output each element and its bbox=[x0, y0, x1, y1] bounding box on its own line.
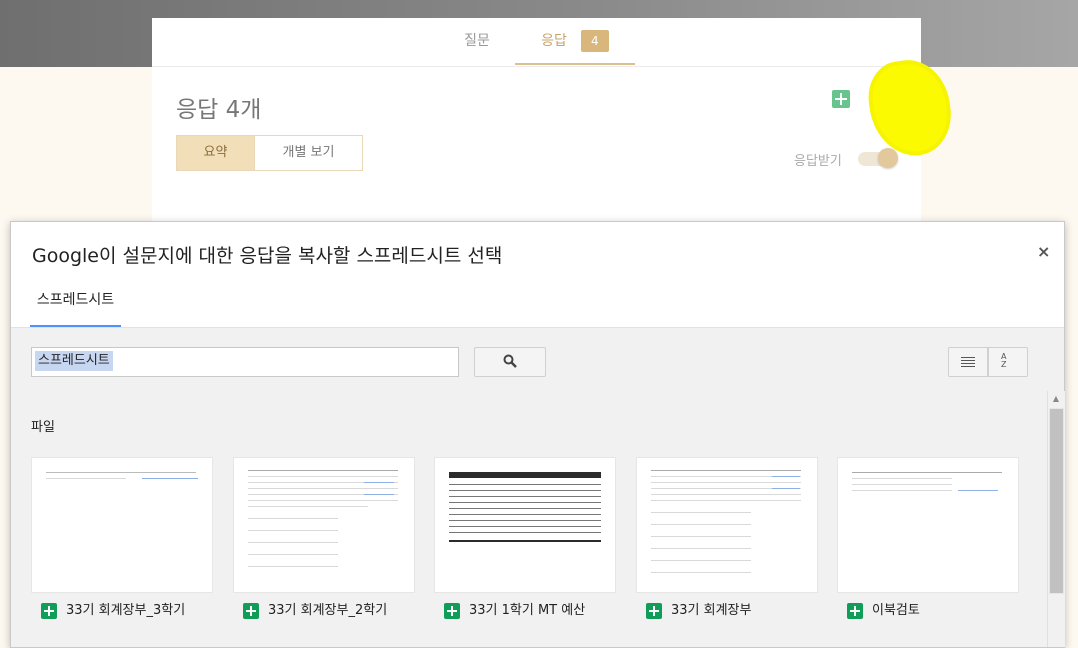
view-toggle: 요약 개별 보기 bbox=[176, 135, 363, 171]
file-name: 33기 회계장부_2학기 bbox=[243, 602, 387, 620]
file-name: 33기 회계장부 bbox=[646, 602, 751, 620]
scrollbar-thumb[interactable] bbox=[1049, 408, 1064, 594]
file-name: 33기 회계장부_3학기 bbox=[41, 602, 185, 620]
accept-responses-label: 응답받기 bbox=[794, 154, 842, 169]
tab-responses[interactable]: 응답 4 bbox=[515, 18, 635, 65]
tab-spreadsheets[interactable]: 스프레드시트 bbox=[30, 284, 121, 328]
search-input[interactable]: 스프레드시트 bbox=[31, 347, 459, 377]
sheets-file-icon bbox=[243, 602, 259, 619]
sort-button[interactable]: AZ bbox=[988, 347, 1028, 377]
form-responses-panel: 질문 응답 4 응답 4개 요약 개별 보기 응답받기 bbox=[152, 18, 921, 248]
file-thumbnail bbox=[233, 457, 415, 593]
close-icon[interactable]: × bbox=[1037, 242, 1050, 261]
list-view-icon bbox=[961, 357, 975, 369]
form-tabs: 질문 응답 4 bbox=[152, 18, 921, 67]
scroll-up-icon[interactable]: ▲ bbox=[1051, 394, 1061, 404]
sheets-add-icon[interactable] bbox=[832, 90, 850, 108]
tab-questions[interactable]: 질문 bbox=[452, 18, 502, 65]
file-name: 33기 1학기 MT 예산 bbox=[444, 602, 585, 620]
file-thumbnail bbox=[636, 457, 818, 593]
individual-view-button[interactable]: 개별 보기 bbox=[254, 136, 362, 170]
file-card[interactable]: 이북검토 bbox=[837, 457, 1019, 622]
file-card[interactable]: 33기 회계장부 bbox=[636, 457, 818, 622]
scrollbar[interactable]: ▲ bbox=[1047, 391, 1065, 647]
sheets-file-icon bbox=[847, 602, 863, 619]
file-card[interactable]: 33기 회계장부_3학기 bbox=[31, 457, 213, 622]
file-thumbnail bbox=[31, 457, 213, 593]
file-card[interactable]: 33기 1학기 MT 예산 bbox=[434, 457, 616, 622]
search-icon bbox=[503, 354, 517, 368]
sheets-file-icon bbox=[41, 602, 57, 619]
response-count-badge: 4 bbox=[580, 30, 609, 52]
sheets-file-icon bbox=[646, 602, 662, 619]
file-card[interactable]: 33기 회계장부_2학기 bbox=[233, 457, 415, 622]
picker-toolbar: 스프레드시트 AZ bbox=[11, 327, 1064, 392]
sheets-file-icon bbox=[444, 602, 460, 619]
spreadsheet-picker-dialog: Google이 설문지에 대한 응답을 복사할 스프레드시트 선택 × 스프레드… bbox=[10, 221, 1065, 648]
sort-az-icon: AZ bbox=[1001, 352, 1007, 369]
file-name: 이북검토 bbox=[847, 602, 920, 620]
list-view-button[interactable] bbox=[948, 347, 988, 377]
files-area: 파일 33기 회계장부_3학기 33기 회계장부_2학기 33기 1학기 MT … bbox=[11, 391, 1047, 647]
tab-responses-label: 응답 bbox=[541, 33, 567, 49]
files-section-label: 파일 bbox=[31, 420, 55, 435]
accept-responses-toggle[interactable] bbox=[858, 148, 898, 168]
summary-button[interactable]: 요약 bbox=[177, 136, 254, 170]
file-thumbnail bbox=[837, 457, 1019, 593]
responses-title: 응답 4개 bbox=[176, 97, 262, 123]
dialog-title: Google이 설문지에 대한 응답을 복사할 스프레드시트 선택 bbox=[32, 245, 503, 267]
search-button[interactable] bbox=[474, 347, 546, 377]
file-thumbnail bbox=[434, 457, 616, 593]
search-input-value: 스프레드시트 bbox=[35, 351, 113, 371]
